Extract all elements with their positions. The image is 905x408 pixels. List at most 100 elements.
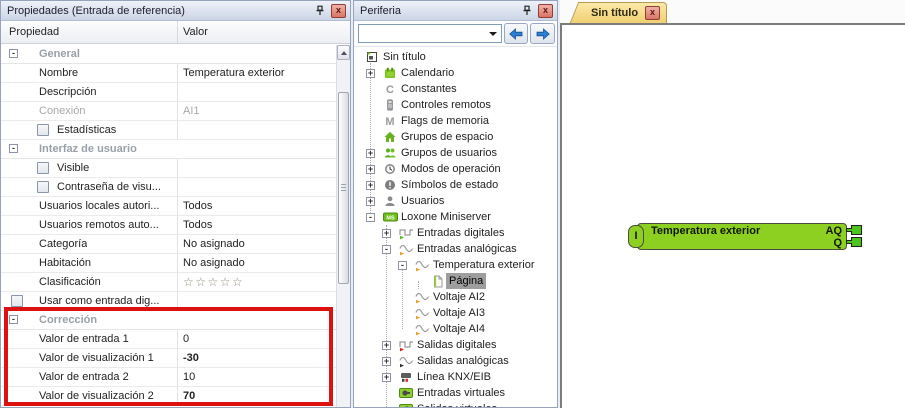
plus-expander-icon[interactable]: + — [382, 372, 391, 382]
tree-item-simbolos-de-estado[interactable]: + Símbolos de estado — [354, 177, 557, 193]
collapse-expander-icon[interactable]: - — [9, 49, 18, 58]
property-value[interactable] — [177, 178, 336, 196]
checkbox[interactable] — [37, 124, 49, 136]
property-value[interactable]: Todos — [177, 216, 336, 234]
search-combobox[interactable] — [358, 24, 502, 43]
plus-expander-icon[interactable]: + — [382, 353, 398, 369]
property-group-row[interactable]: - Corrección — [1, 311, 336, 330]
plus-expander-icon[interactable]: + — [382, 225, 398, 241]
plus-expander-icon[interactable]: + — [366, 68, 375, 78]
property-value[interactable]: 10 — [177, 368, 336, 386]
tab-close-icon[interactable]: x — [645, 6, 661, 20]
property-row[interactable]: Valor de visualización 2 70 — [1, 387, 336, 406]
plus-expander-icon[interactable]: + — [366, 164, 375, 174]
minus-expander-icon[interactable]: - — [366, 209, 382, 225]
checkbox[interactable] — [37, 181, 49, 193]
tree-item-entradas-digitales[interactable]: + Entradas digitales — [354, 225, 557, 241]
tree-item-calendario[interactable]: + Calendario — [354, 65, 557, 81]
property-group-row[interactable]: - General — [1, 45, 336, 64]
close-icon[interactable]: x — [331, 3, 346, 18]
tree-item-salidas-analogicas[interactable]: + Salidas analógicas — [354, 353, 557, 369]
tree-item-controles-remotos[interactable]: Controles remotos — [354, 97, 557, 113]
plus-expander-icon[interactable]: + — [366, 180, 375, 190]
minus-expander-icon[interactable]: - — [398, 260, 407, 270]
minus-expander-icon[interactable]: - — [382, 244, 391, 254]
tree-item-sin-titulo[interactable]: Sin título — [354, 49, 557, 65]
plus-expander-icon[interactable]: + — [382, 356, 391, 366]
forward-button[interactable] — [530, 23, 555, 44]
property-row[interactable]: Estadísticas — [1, 121, 336, 140]
property-value[interactable] — [177, 83, 336, 101]
properties-scrollbar[interactable] — [336, 45, 350, 407]
output-connector-aq[interactable] — [846, 224, 863, 236]
plus-expander-icon[interactable]: + — [366, 193, 382, 209]
property-value[interactable]: 0 — [177, 330, 336, 348]
plus-expander-icon[interactable]: + — [366, 161, 382, 177]
tree-item-grupos-de-espacio[interactable]: Grupos de espacio — [354, 129, 557, 145]
tree-item-constantes[interactable]: C Constantes — [354, 81, 557, 97]
tree-item-voltaje-ai3[interactable]: Voltaje AI3 — [354, 305, 557, 321]
tree-item-salidas-digitales[interactable]: + Salidas digitales — [354, 337, 557, 353]
tree-item-entradas-virtuales[interactable]: Entradas virtuales — [354, 385, 557, 401]
checkbox[interactable] — [11, 295, 23, 307]
property-value[interactable] — [177, 159, 336, 177]
plus-expander-icon[interactable]: + — [382, 340, 391, 350]
checkbox[interactable] — [37, 162, 49, 174]
plus-expander-icon[interactable]: + — [382, 228, 391, 238]
property-value[interactable]: AI1 — [177, 102, 336, 120]
property-row[interactable]: Clasificación ☆☆☆☆☆ — [1, 273, 336, 292]
tree-item-voltaje-ai2[interactable]: Voltaje AI2 — [354, 289, 557, 305]
tab-sin-titulo[interactable]: Sin título x — [580, 2, 668, 23]
plus-expander-icon[interactable]: + — [366, 177, 382, 193]
plus-expander-icon[interactable]: + — [366, 145, 382, 161]
tree-item-grupos-de-usuarios[interactable]: + Grupos de usuarios — [354, 145, 557, 161]
function-block-temperatura-exterior[interactable]: Temperatura exterior AQ Q I — [628, 223, 864, 253]
property-row[interactable]: Visible — [1, 159, 336, 178]
minus-expander-icon[interactable]: - — [398, 257, 414, 273]
property-value[interactable] — [177, 121, 336, 139]
property-row[interactable]: Habitación No asignado — [1, 254, 336, 273]
tree-item-salidas-virtuales[interactable]: Salidas virtuales — [354, 401, 557, 407]
property-row[interactable]: Valor de entrada 2 10 — [1, 368, 336, 387]
tree-item-voltaje-ai4[interactable]: Voltaje AI4 — [354, 321, 557, 337]
tree-item-flags-de-memoria[interactable]: M Flags de memoria — [354, 113, 557, 129]
pin-icon[interactable] — [312, 4, 327, 18]
tree-item-entradas-analogicas[interactable]: - Entradas analógicas — [354, 241, 557, 257]
plus-expander-icon[interactable]: + — [382, 369, 398, 385]
scrollbar-thumb[interactable] — [338, 92, 349, 284]
minus-expander-icon[interactable]: - — [382, 241, 398, 257]
property-value[interactable] — [177, 292, 336, 310]
program-canvas[interactable]: Temperatura exterior AQ Q I — [560, 23, 905, 408]
plus-expander-icon[interactable]: + — [382, 337, 398, 353]
minus-expander-icon[interactable]: - — [366, 212, 375, 222]
scroll-up-button[interactable] — [337, 45, 350, 60]
property-row[interactable]: Conexión AI1 — [1, 102, 336, 121]
plus-expander-icon[interactable]: + — [366, 65, 382, 81]
tree-item-usuarios[interactable]: + Usuarios — [354, 193, 557, 209]
property-value[interactable]: ☆☆☆☆☆ — [177, 273, 336, 291]
property-row[interactable]: Usuarios remotos auto... Todos — [1, 216, 336, 235]
plus-expander-icon[interactable]: + — [366, 196, 375, 206]
property-value[interactable]: -30 — [177, 349, 336, 367]
property-row[interactable]: Usuarios locales autori... Todos — [1, 197, 336, 216]
property-value[interactable]: 70 — [177, 387, 336, 405]
property-value[interactable]: Todos — [177, 197, 336, 215]
collapse-expander-icon[interactable]: - — [9, 144, 18, 153]
back-button[interactable] — [503, 23, 529, 44]
property-row[interactable]: Contraseña de visu... — [1, 178, 336, 197]
collapse-expander-icon[interactable]: - — [9, 315, 18, 324]
property-value[interactable]: Temperatura exterior — [177, 64, 336, 82]
plus-expander-icon[interactable]: + — [366, 148, 375, 158]
property-row[interactable]: Valor de visualización 1 -30 — [1, 349, 336, 368]
property-row[interactable]: Nombre Temperatura exterior — [1, 64, 336, 83]
property-row[interactable]: Valor de entrada 1 0 — [1, 330, 336, 349]
pin-icon[interactable] — [519, 4, 534, 18]
tree-item-linea-knx-eib[interactable]: + Línea KNX/EIB — [354, 369, 557, 385]
property-row[interactable]: Categoría No asignado — [1, 235, 336, 254]
property-group-row[interactable]: - Interfaz de usuario — [1, 140, 336, 159]
property-row[interactable]: Descripción — [1, 83, 336, 102]
tree-item-temperatura-exterior[interactable]: - Temperatura exterior — [354, 257, 557, 273]
property-value[interactable]: No asignado — [177, 235, 336, 253]
block-input-pin[interactable]: I — [628, 225, 644, 248]
tree-item-pagina[interactable]: Página — [354, 273, 557, 289]
